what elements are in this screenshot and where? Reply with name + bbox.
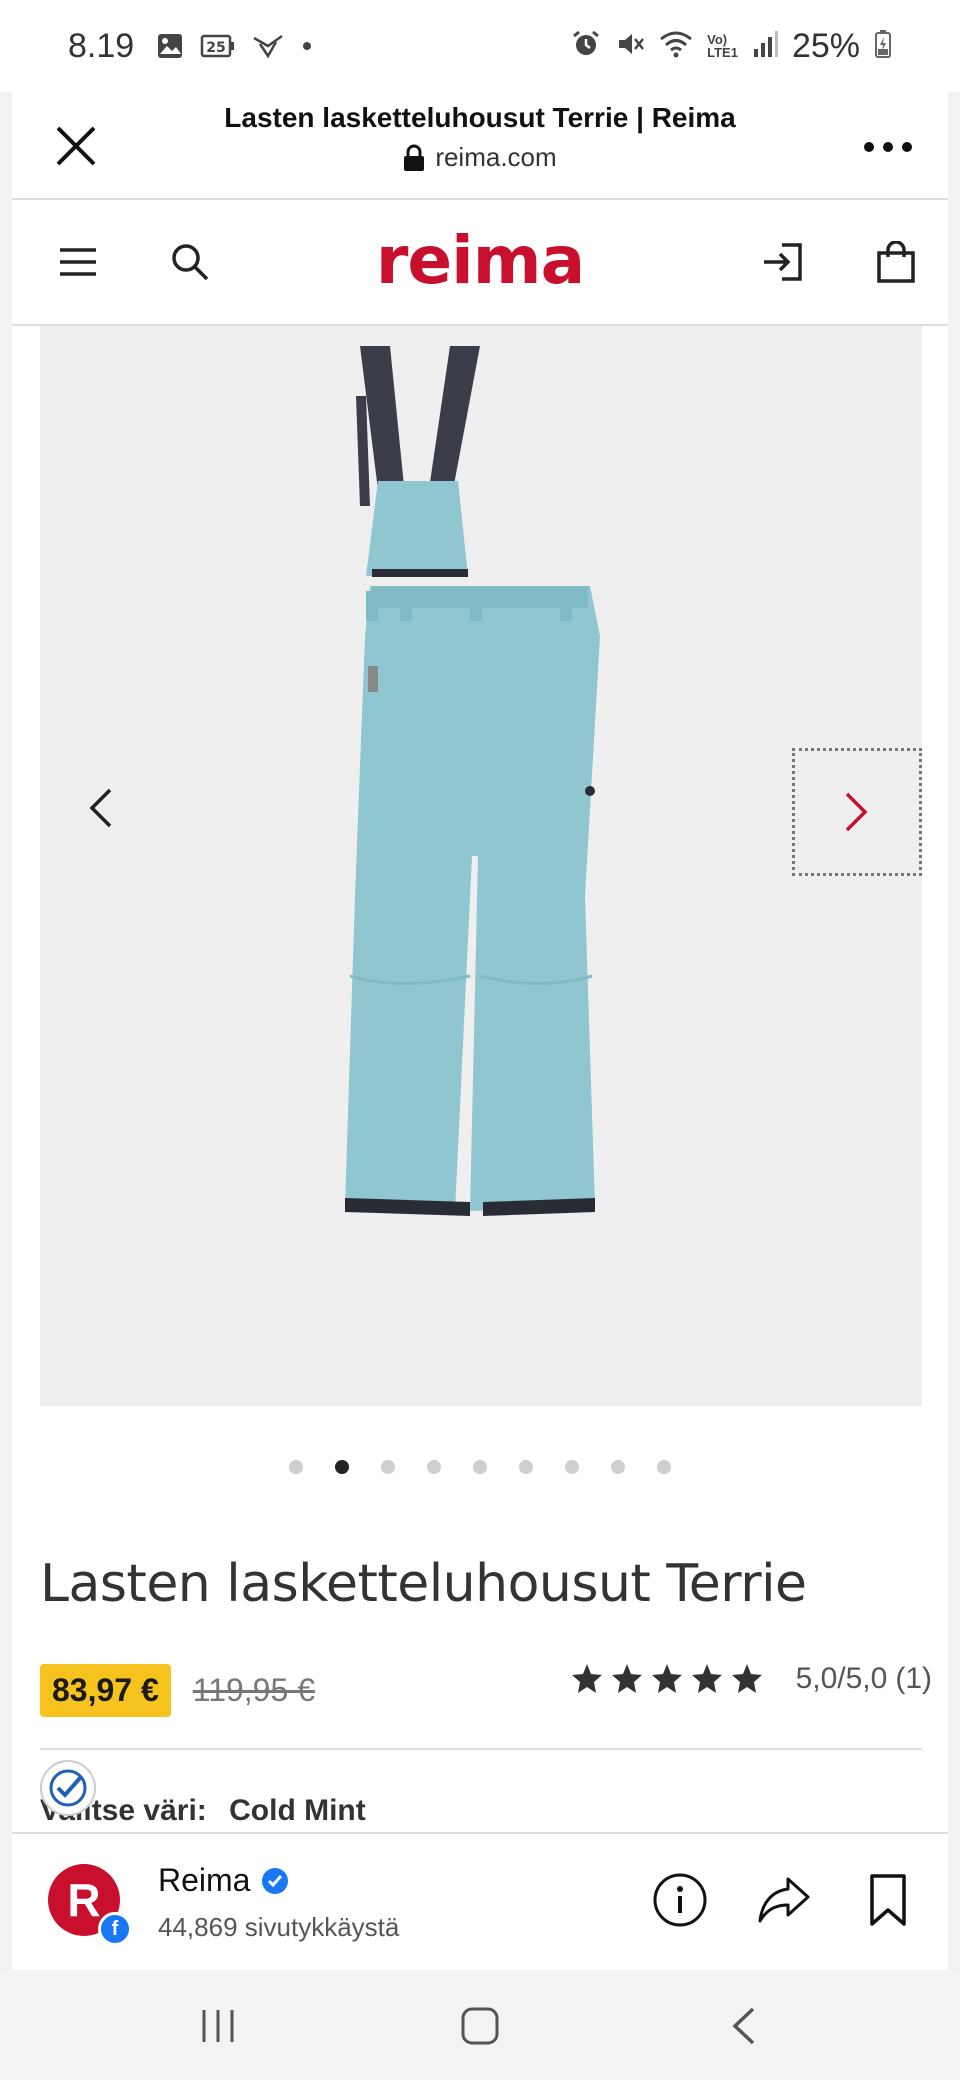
cart-button[interactable] bbox=[864, 230, 928, 294]
facebook-page-bar: R f Reima 44,869 sivutykkäystä bbox=[12, 1832, 948, 1970]
back-button[interactable] bbox=[712, 1994, 776, 2058]
browser-toolbar: Lasten lasketteluhousut Terrie | Reima r… bbox=[12, 92, 948, 200]
more-options-button[interactable] bbox=[858, 122, 918, 172]
recent-apps-button[interactable] bbox=[186, 1994, 250, 2058]
status-bar: 8.19 25 Vo) LTE1 25% bbox=[0, 0, 960, 92]
verified-badge-icon bbox=[262, 1867, 289, 1894]
calendar-notification-icon: 25 bbox=[200, 32, 236, 60]
app-notification-icon bbox=[252, 32, 286, 60]
facebook-icon: f bbox=[98, 1912, 132, 1946]
dot-icon bbox=[302, 41, 312, 51]
verified-check-icon bbox=[49, 1769, 87, 1807]
gallery-dot-6[interactable] bbox=[519, 1460, 533, 1474]
gallery-dot-1[interactable] bbox=[289, 1460, 303, 1474]
home-button[interactable] bbox=[448, 1994, 512, 2058]
gallery-prev-button[interactable] bbox=[40, 748, 160, 868]
product-image-gallery[interactable] bbox=[40, 326, 922, 1406]
more-dots-icon bbox=[864, 142, 912, 152]
volte-icon: Vo) LTE1 bbox=[707, 33, 738, 59]
save-bookmark-button[interactable] bbox=[856, 1868, 920, 1932]
chevron-left-icon bbox=[89, 788, 112, 828]
chevron-right-icon bbox=[845, 792, 868, 832]
gallery-pagination bbox=[12, 1460, 948, 1474]
product-image bbox=[345, 346, 600, 1216]
trust-badge[interactable] bbox=[40, 1760, 96, 1816]
login-button[interactable] bbox=[750, 230, 814, 294]
status-time: 8.19 bbox=[68, 26, 135, 65]
page-likes: 44,869 sivutykkäystä bbox=[158, 1912, 400, 1942]
share-button[interactable] bbox=[752, 1868, 816, 1932]
gallery-dot-8[interactable] bbox=[611, 1460, 625, 1474]
bookmark-icon bbox=[870, 1874, 906, 1926]
gallery-dot-5[interactable] bbox=[473, 1460, 487, 1474]
gallery-dot-3[interactable] bbox=[381, 1460, 395, 1474]
divider bbox=[40, 1748, 922, 1750]
avatar-letter: R bbox=[67, 1874, 101, 1926]
rating-score: 5,0/5,0 bbox=[795, 1662, 888, 1695]
close-icon bbox=[56, 126, 96, 166]
login-icon bbox=[764, 243, 802, 281]
signal-icon bbox=[752, 29, 778, 64]
wifi-icon bbox=[659, 29, 693, 64]
browser-url: reima.com bbox=[132, 142, 828, 173]
back-icon bbox=[732, 2007, 755, 2045]
page-name: Reima bbox=[158, 1862, 251, 1898]
battery-charging-icon bbox=[874, 29, 892, 64]
recent-apps-icon bbox=[202, 2010, 234, 2042]
gallery-next-button[interactable] bbox=[792, 748, 922, 876]
site-header: reima bbox=[12, 200, 948, 326]
lock-icon bbox=[404, 144, 425, 171]
sale-price: 83,97 € bbox=[40, 1664, 171, 1717]
product-rating[interactable]: 5,0/5,0 (1) bbox=[570, 1662, 932, 1696]
url-text: reima.com bbox=[435, 142, 557, 172]
gallery-notification-icon bbox=[156, 32, 184, 60]
home-icon bbox=[461, 2007, 499, 2045]
browser-page-title: Lasten lasketteluhousut Terrie | Reima bbox=[224, 102, 736, 133]
star-rating-icon bbox=[571, 1664, 762, 1693]
gallery-dot-4[interactable] bbox=[427, 1460, 441, 1474]
notification-count: 25 bbox=[206, 40, 225, 56]
color-value: Cold Mint bbox=[229, 1794, 366, 1827]
mute-icon bbox=[615, 29, 645, 64]
gallery-dot-7[interactable] bbox=[565, 1460, 579, 1474]
lte-label: LTE1 bbox=[707, 45, 738, 60]
original-price: 119,95 € bbox=[192, 1672, 315, 1708]
alarm-icon bbox=[571, 29, 601, 64]
review-count: (1) bbox=[895, 1662, 932, 1695]
product-title: Lasten lasketteluhousut Terrie bbox=[40, 1554, 807, 1614]
share-icon bbox=[758, 1877, 810, 1923]
close-browser-button[interactable] bbox=[48, 118, 104, 174]
gallery-dot-2[interactable] bbox=[335, 1460, 349, 1474]
address-area[interactable]: Lasten lasketteluhousut Terrie | Reima r… bbox=[132, 102, 828, 173]
page-info-button[interactable] bbox=[648, 1868, 712, 1932]
info-icon bbox=[653, 1873, 707, 1927]
product-page: Lasten lasketteluhousut Terrie 83,97 € 1… bbox=[12, 326, 948, 1832]
android-navigation-bar bbox=[0, 1970, 960, 2080]
shopping-bag-icon bbox=[877, 241, 915, 283]
battery-percent: 25% bbox=[791, 26, 860, 65]
page-name-row[interactable]: Reima bbox=[158, 1862, 290, 1899]
price-row: 83,97 € 119,95 € bbox=[40, 1664, 315, 1717]
gallery-dot-9[interactable] bbox=[657, 1460, 671, 1474]
